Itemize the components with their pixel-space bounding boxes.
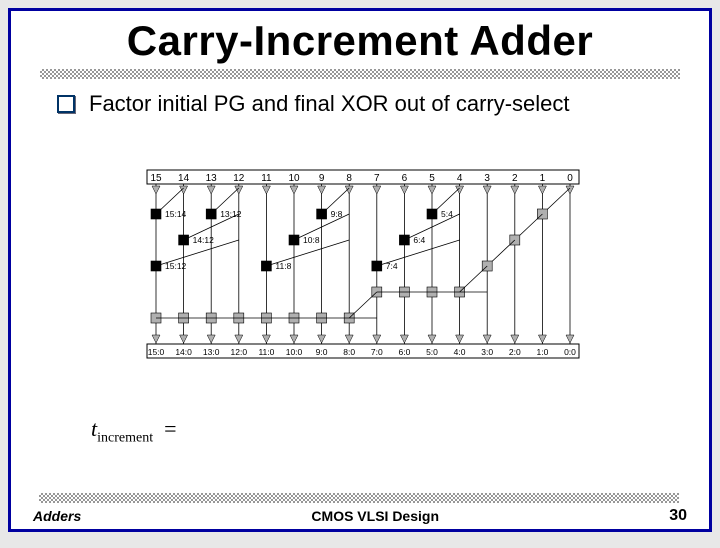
- svg-text:6:4: 6:4: [413, 235, 425, 245]
- slide-title: Carry-Increment Adder: [11, 17, 709, 65]
- bullet-box-icon: [57, 95, 75, 113]
- svg-text:15:14: 15:14: [165, 209, 187, 219]
- svg-text:2: 2: [512, 173, 518, 184]
- svg-text:9: 9: [319, 173, 325, 184]
- svg-text:13:0: 13:0: [203, 347, 220, 357]
- svg-text:14: 14: [178, 173, 190, 184]
- svg-text:0:0: 0:0: [564, 347, 576, 357]
- svg-text:3:0: 3:0: [481, 347, 493, 357]
- svg-text:8:0: 8:0: [343, 347, 355, 357]
- equation-eq: =: [164, 416, 176, 441]
- svg-text:3: 3: [484, 173, 490, 184]
- svg-text:4: 4: [457, 173, 463, 184]
- svg-text:14:12: 14:12: [193, 235, 215, 245]
- svg-text:9:0: 9:0: [316, 347, 328, 357]
- svg-text:15:0: 15:0: [148, 347, 165, 357]
- svg-text:10:8: 10:8: [303, 235, 320, 245]
- svg-text:1: 1: [540, 173, 546, 184]
- svg-text:6: 6: [402, 173, 408, 184]
- svg-text:0: 0: [567, 173, 573, 184]
- footer-center: CMOS VLSI Design: [311, 508, 439, 524]
- svg-text:13: 13: [206, 173, 218, 184]
- svg-text:5:0: 5:0: [426, 347, 438, 357]
- svg-text:15:12: 15:12: [165, 261, 187, 271]
- svg-text:7:4: 7:4: [386, 261, 398, 271]
- svg-text:7:0: 7:0: [371, 347, 383, 357]
- svg-text:12:0: 12:0: [231, 347, 248, 357]
- svg-text:2:0: 2:0: [509, 347, 521, 357]
- svg-text:7: 7: [374, 173, 380, 184]
- svg-text:5: 5: [429, 173, 435, 184]
- bullet-item: Factor initial PG and final XOR out of c…: [57, 91, 709, 117]
- svg-text:15: 15: [150, 173, 162, 184]
- svg-text:1:0: 1:0: [536, 347, 548, 357]
- svg-text:6:0: 6:0: [398, 347, 410, 357]
- svg-text:4:0: 4:0: [454, 347, 466, 357]
- svg-text:12: 12: [233, 173, 245, 184]
- bullet-text: Factor initial PG and final XOR out of c…: [89, 91, 570, 117]
- footer-page-number: 30: [669, 507, 687, 525]
- equation: tincrement =: [91, 416, 177, 446]
- footer-left: Adders: [33, 508, 81, 524]
- footer: Adders CMOS VLSI Design 30: [11, 507, 709, 525]
- svg-text:11:8: 11:8: [275, 261, 291, 271]
- svg-text:10:0: 10:0: [286, 347, 303, 357]
- equation-sub: increment: [97, 430, 153, 445]
- svg-text:14:0: 14:0: [175, 347, 192, 357]
- svg-text:11:0: 11:0: [258, 347, 274, 357]
- slide: Carry-Increment Adder Factor initial PG …: [8, 8, 712, 532]
- prefix-adder-diagram: 151413121110987654321015:1413:129:85:414…: [144, 166, 582, 392]
- title-underline-pattern: [40, 69, 680, 79]
- svg-text:10: 10: [288, 173, 300, 184]
- svg-text:11: 11: [261, 173, 272, 184]
- footer-pattern: [39, 493, 679, 503]
- svg-text:8: 8: [346, 173, 352, 184]
